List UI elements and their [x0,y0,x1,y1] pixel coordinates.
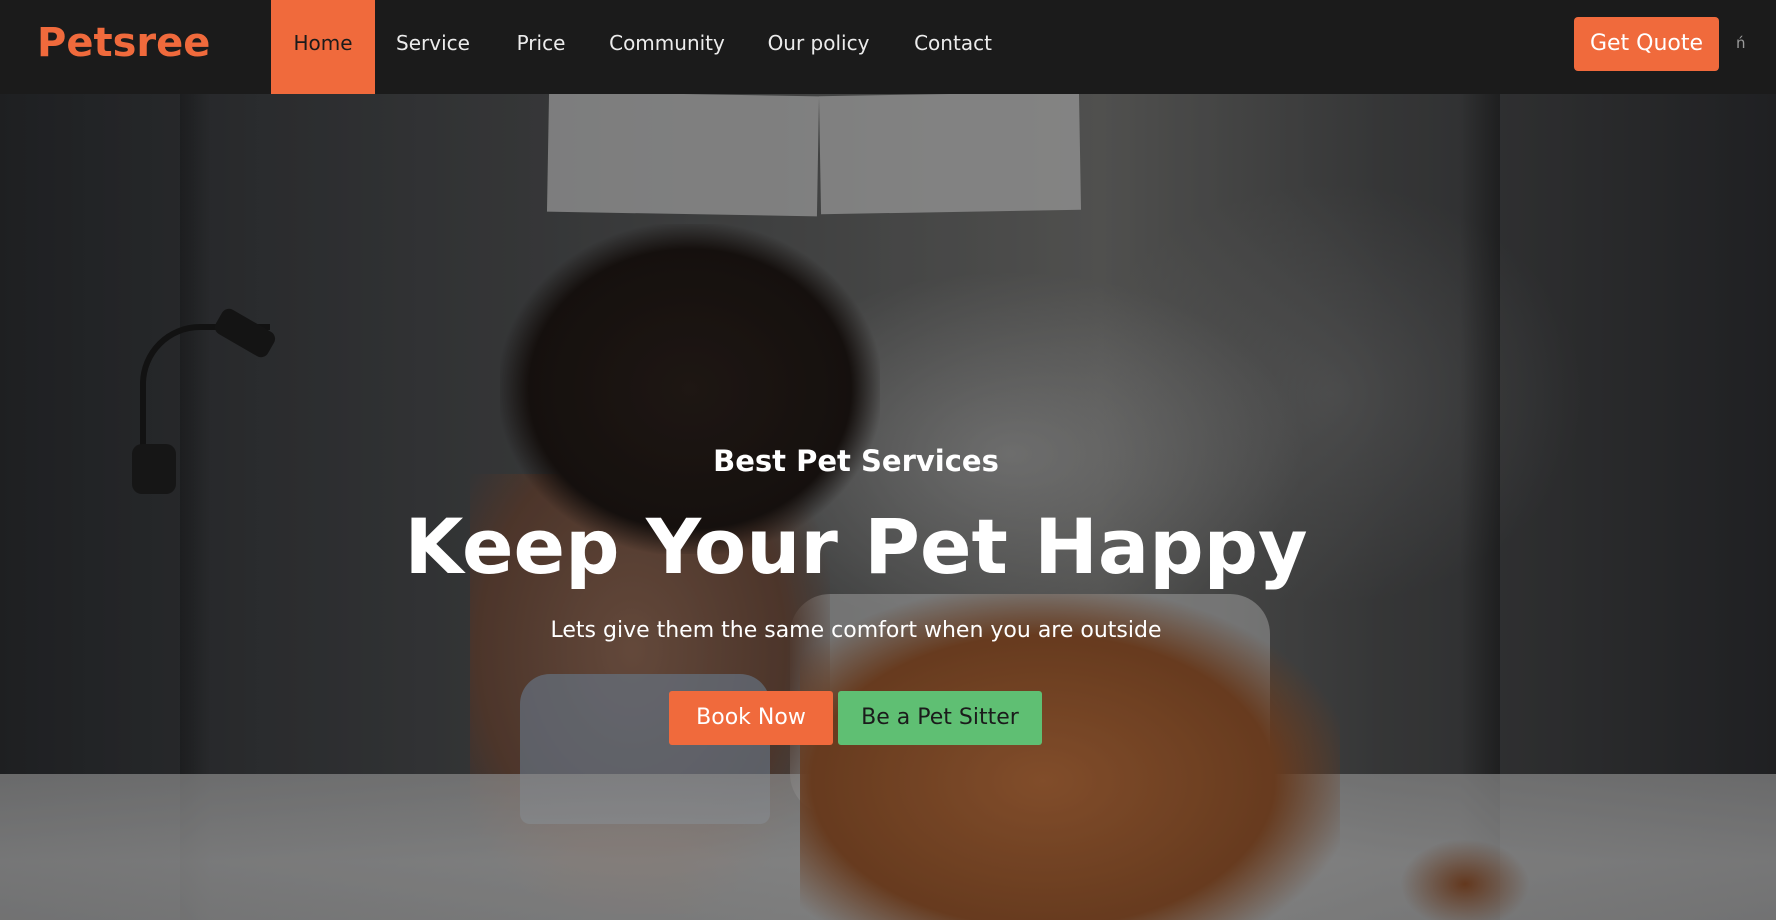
be-a-pet-sitter-button[interactable]: Be a Pet Sitter [838,691,1042,745]
top-navbar: Petsree Home Service Price Community Our… [0,0,1776,94]
nav-item-home[interactable]: Home [271,0,375,94]
nav-item-contact[interactable]: Contact [894,0,1012,94]
get-quote-button[interactable]: Get Quote [1574,17,1719,71]
hero-headline: Keep Your Pet Happy [404,502,1308,591]
hero-content: Best Pet Services Keep Your Pet Happy Le… [0,94,1776,920]
book-now-button[interactable]: Book Now [669,691,833,745]
nav-item-service[interactable]: Service [375,0,491,94]
hero-tagline: Lets give them the same comfort when you… [550,618,1162,643]
hero-section: Best Pet Services Keep Your Pet Happy Le… [0,94,1776,920]
nav-item-price[interactable]: Price [491,0,591,94]
nav-item-community[interactable]: Community [591,0,743,94]
hero-subtitle: Best Pet Services [713,444,999,478]
brand-logo[interactable]: Petsree [37,18,210,68]
trailing-glyph: ń [1736,34,1746,52]
nav-item-our-policy[interactable]: Our policy [743,0,894,94]
